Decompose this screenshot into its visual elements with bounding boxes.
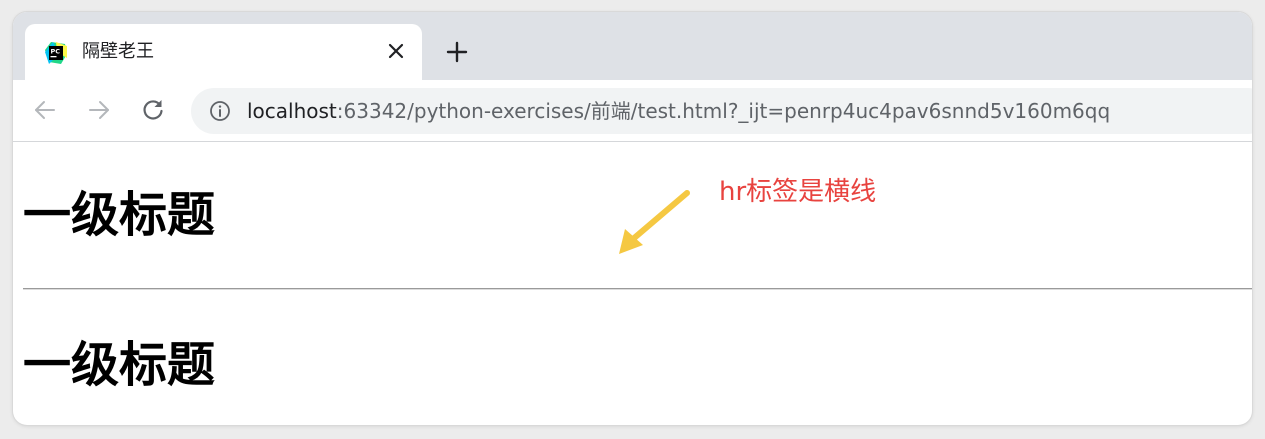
reload-icon[interactable] xyxy=(139,96,167,124)
horizontal-rule xyxy=(23,288,1252,290)
url-path: :63342/python-exercises/前端/test.html?_ij… xyxy=(336,99,1111,123)
close-icon[interactable] xyxy=(385,40,407,62)
heading-2: 一级标题 xyxy=(23,337,216,393)
forward-arrow-icon[interactable] xyxy=(85,96,113,124)
toolbar: localhost:63342/python-exercises/前端/test… xyxy=(13,80,1252,142)
heading-1: 一级标题 xyxy=(23,187,216,243)
browser-window: PC 隔壁老王 localhost:63342/python-exercises… xyxy=(13,12,1252,425)
svg-text:PC: PC xyxy=(51,48,61,56)
pycharm-icon: PC xyxy=(45,42,67,64)
info-icon[interactable] xyxy=(209,100,231,122)
annotation-label: hr标签是横线 xyxy=(719,177,877,207)
back-arrow-icon[interactable] xyxy=(31,96,59,124)
page-content: 一级标题 hr标签是横线 一级标题 xyxy=(13,142,1252,425)
active-tab[interactable]: PC 隔壁老王 xyxy=(25,24,422,80)
url-host: localhost xyxy=(247,99,337,123)
url-text[interactable]: localhost:63342/python-exercises/前端/test… xyxy=(247,99,1110,123)
address-bar[interactable]: localhost:63342/python-exercises/前端/test… xyxy=(191,88,1252,134)
plus-icon[interactable] xyxy=(445,40,469,64)
annotation-arrow-icon xyxy=(619,190,690,254)
tab-strip: PC 隔壁老王 xyxy=(13,12,1252,80)
tab-title: 隔壁老王 xyxy=(82,41,154,62)
